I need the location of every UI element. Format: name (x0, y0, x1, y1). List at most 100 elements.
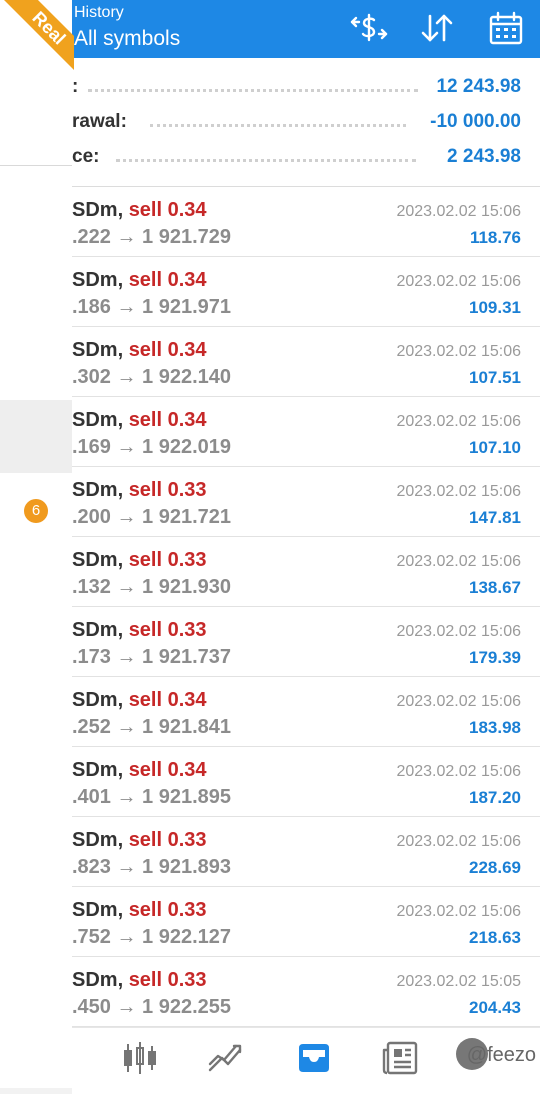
deposit-withdraw-icon[interactable] (350, 10, 388, 46)
trade-row[interactable]: SDm, sell 0.34 .401 → 1 921.895 2023.02.… (72, 747, 540, 817)
trade-row[interactable]: SDm, sell 0.34 .169 → 1 922.019 2023.02.… (72, 397, 540, 467)
drawer-item-highlight[interactable] (0, 400, 72, 473)
notification-badge: 6 (24, 499, 48, 523)
trade-profit: 138.67 (469, 578, 521, 597)
trade-prices: .823 → 1 921.893 (72, 856, 232, 878)
trade-row[interactable]: SDm, sell 0.33 .132 → 1 921.930 2023.02.… (72, 537, 540, 607)
trade-symbol-line: SDm, sell 0.34 (72, 339, 207, 362)
trade-symbol: SDm, (72, 549, 124, 571)
trade-symbol: SDm, (72, 829, 124, 851)
trade-symbol-line: SDm, sell 0.33 (72, 899, 207, 922)
trade-prices: .302 → 1 922.140 (72, 366, 232, 388)
trade-row[interactable]: SDm, sell 0.33 .173 → 1 921.737 2023.02.… (72, 607, 540, 677)
history-summary: : 12 243.98 rawal: -10 000.00 ce: 2 243.… (72, 58, 540, 186)
side-drawer: 6 (0, 0, 72, 1094)
trade-volume: 0.34 (167, 689, 207, 711)
calendar-icon[interactable] (487, 10, 525, 46)
page-title: History (74, 4, 124, 21)
trade-side: sell (128, 619, 163, 641)
trade-time: 2023.02.02 15:05 (396, 973, 521, 990)
trade-side: sell (128, 899, 163, 921)
trade-volume: 0.34 (167, 339, 207, 361)
drawer-footer (0, 1088, 72, 1094)
trade-prices: .222 → 1 921.729 (72, 226, 232, 248)
trade-prices: .252 → 1 921.841 (72, 716, 232, 738)
trade-row[interactable]: SDm, sell 0.33 .752 → 1 922.127 2023.02.… (72, 887, 540, 957)
trade-side: sell (128, 199, 163, 221)
trade-row[interactable]: SDm, sell 0.33 .200 → 1 921.721 2023.02.… (72, 467, 540, 537)
trade-row[interactable]: SDm, sell 0.34 .222 → 1 921.729 2023.02.… (72, 187, 540, 257)
drawer-divider (0, 165, 72, 166)
trade-prices: .200 → 1 921.721 (72, 506, 232, 528)
trade-symbol: SDm, (72, 759, 124, 781)
bottom-navigation: @feezo (72, 1027, 540, 1088)
trade-side: sell (128, 969, 163, 991)
quotes-icon[interactable] (120, 1038, 160, 1078)
trade-time: 2023.02.02 15:06 (396, 413, 521, 430)
trade-time: 2023.02.02 15:06 (396, 203, 521, 220)
trade-volume: 0.33 (167, 969, 207, 991)
trade-time: 2023.02.02 15:06 (396, 833, 521, 850)
trade-time: 2023.02.02 15:06 (396, 763, 521, 780)
summary-value: -10 000.00 (430, 111, 521, 132)
trade-time: 2023.02.02 15:06 (396, 623, 521, 640)
trade-side: sell (128, 689, 163, 711)
summary-value: 2 243.98 (447, 146, 521, 167)
sort-icon[interactable] (418, 10, 456, 46)
trade-row[interactable]: SDm, sell 0.34 .302 → 1 922.140 2023.02.… (72, 327, 540, 397)
trade-symbol: SDm, (72, 689, 124, 711)
trade-symbol: SDm, (72, 269, 124, 291)
trade-prices: .169 → 1 922.019 (72, 436, 232, 458)
trade-volume: 0.34 (167, 759, 207, 781)
trade-symbol-line: SDm, sell 0.33 (72, 479, 207, 502)
summary-row-withdrawal: rawal: -10 000.00 (72, 105, 540, 139)
summary-value: 12 243.98 (436, 76, 521, 97)
app-header: History All symbols (72, 0, 540, 58)
trade-profit: 179.39 (469, 648, 521, 667)
trade-row[interactable]: SDm, sell 0.33 .450 → 1 922.255 2023.02.… (72, 957, 540, 1027)
trade-time: 2023.02.02 15:06 (396, 553, 521, 570)
trade-row[interactable]: SDm, sell 0.34 .186 → 1 921.971 2023.02.… (72, 257, 540, 327)
trade-volume: 0.33 (167, 549, 207, 571)
trade-symbol: SDm, (72, 339, 124, 361)
trade-symbol-line: SDm, sell 0.33 (72, 619, 207, 642)
trade-profit: 228.69 (469, 858, 521, 877)
trade-volume: 0.33 (167, 479, 207, 501)
watermark-text: @feezo (466, 1044, 536, 1066)
chart-icon[interactable] (206, 1038, 246, 1078)
leader-dots (150, 124, 406, 127)
trade-prices: .450 → 1 922.255 (72, 996, 232, 1018)
trade-volume: 0.33 (167, 899, 207, 921)
trade-volume: 0.33 (167, 829, 207, 851)
trade-list: SDm, sell 0.34 .222 → 1 921.729 2023.02.… (72, 187, 540, 1027)
trade-profit: 107.10 (469, 438, 521, 457)
history-icon[interactable] (294, 1038, 334, 1078)
summary-label: : (72, 76, 79, 97)
trade-symbol: SDm, (72, 899, 124, 921)
trade-time: 2023.02.02 15:06 (396, 273, 521, 290)
trade-symbol-line: SDm, sell 0.33 (72, 549, 207, 572)
trade-time: 2023.02.02 15:06 (396, 903, 521, 920)
summary-label: ce: (72, 146, 100, 167)
trade-row[interactable]: SDm, sell 0.33 .823 → 1 921.893 2023.02.… (72, 817, 540, 887)
news-icon[interactable] (380, 1038, 420, 1078)
trade-volume: 0.34 (167, 199, 207, 221)
summary-row-profit: : 12 243.98 (72, 70, 540, 104)
trade-side: sell (128, 759, 163, 781)
trade-prices: .186 → 1 921.971 (72, 296, 232, 318)
account-ribbon: Real (0, 0, 74, 74)
summary-row-balance: ce: 2 243.98 (72, 140, 540, 174)
trade-volume: 0.34 (167, 269, 207, 291)
trade-row[interactable]: SDm, sell 0.34 .252 → 1 921.841 2023.02.… (72, 677, 540, 747)
trade-symbol: SDm, (72, 619, 124, 641)
trade-profit: 218.63 (469, 928, 521, 947)
leader-dots (88, 89, 418, 92)
symbol-filter[interactable]: All symbols (74, 27, 180, 51)
trade-symbol-line: SDm, sell 0.34 (72, 199, 207, 222)
trade-symbol-line: SDm, sell 0.33 (72, 969, 207, 992)
trade-symbol-line: SDm, sell 0.33 (72, 829, 207, 852)
trade-symbol-line: SDm, sell 0.34 (72, 269, 207, 292)
trade-profit: 109.31 (469, 298, 521, 317)
trade-side: sell (128, 269, 163, 291)
trade-side: sell (128, 829, 163, 851)
